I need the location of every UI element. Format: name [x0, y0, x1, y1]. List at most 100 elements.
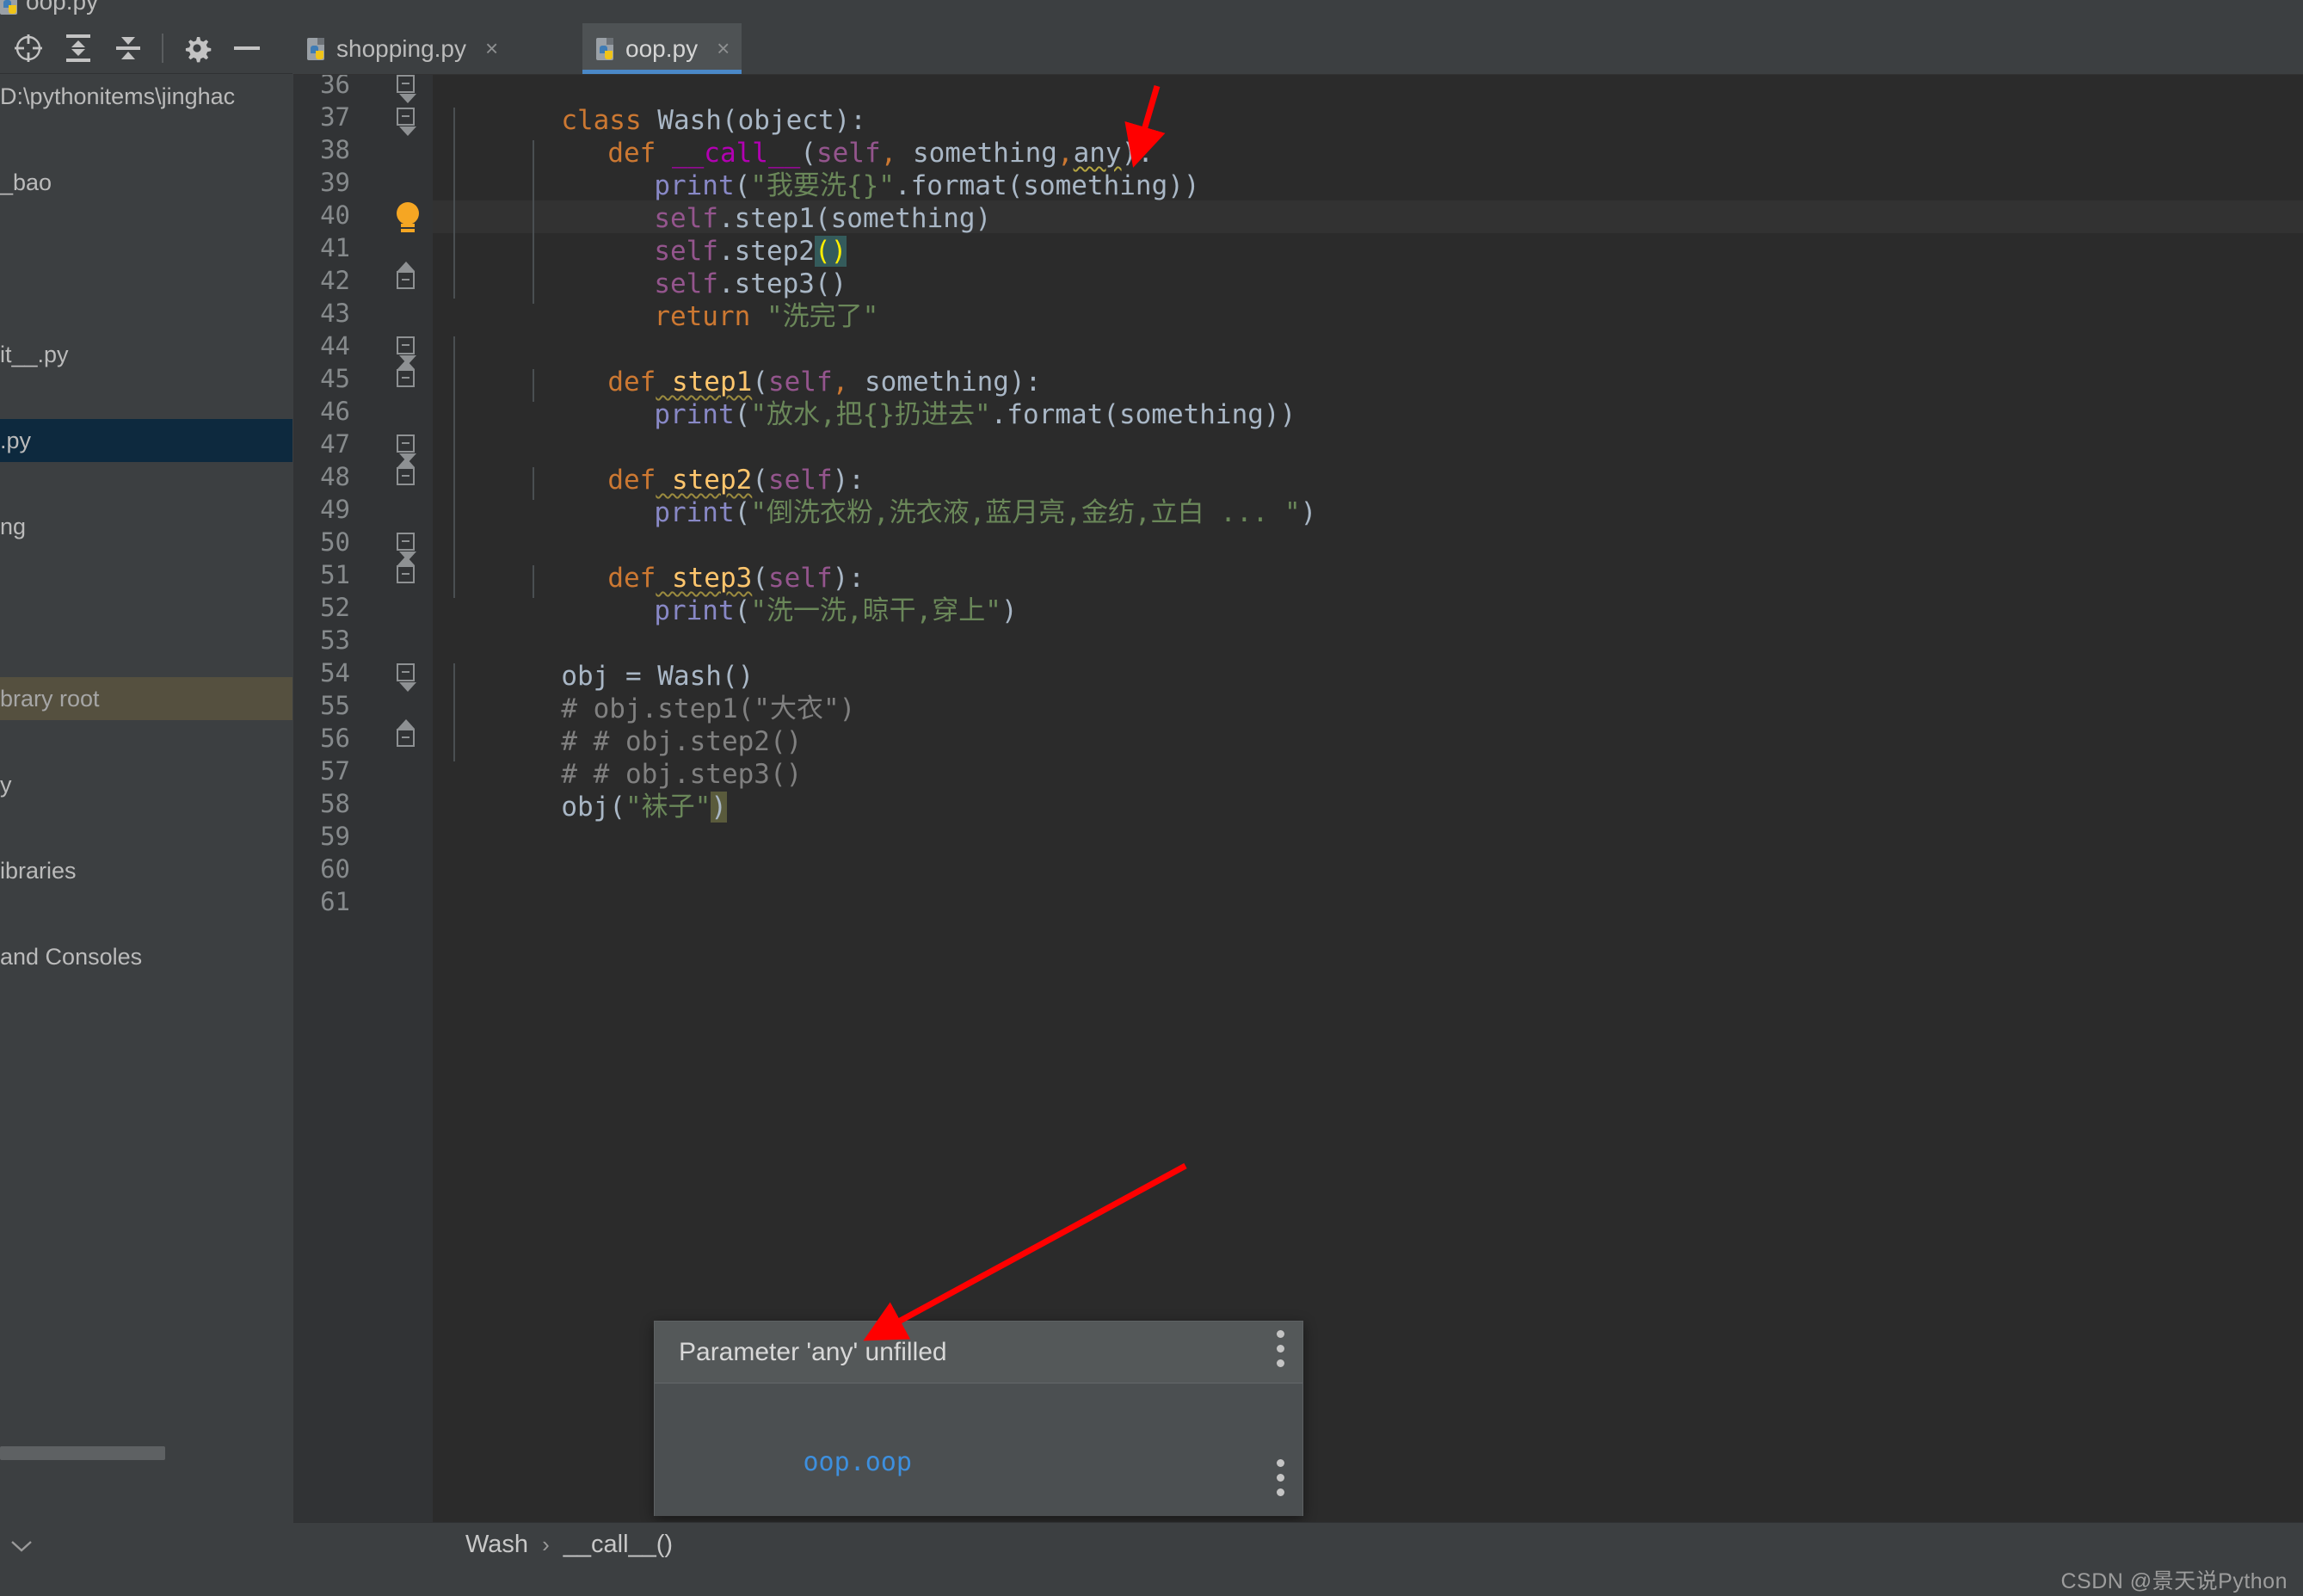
sidebar-item-0[interactable]: D:\pythonitems\jinghac — [0, 75, 292, 118]
kebab-menu-icon[interactable] — [1277, 1330, 1285, 1375]
sidebar-item-label: D:\pythonitems\jinghac — [0, 83, 236, 109]
close-icon[interactable]: × — [485, 35, 498, 62]
string-literal: "洗一洗,晾干,穿上" — [750, 595, 1001, 626]
line-number: 53 — [320, 625, 350, 655]
sidebar-hscrollbar-track[interactable] — [0, 1446, 292, 1491]
fold-marker-step2-end[interactable] — [397, 458, 419, 490]
code-line-55[interactable]: # # obj.step2() — [433, 693, 802, 757]
fold-marker-call-end[interactable] — [397, 262, 419, 293]
line-number: 49 — [320, 495, 350, 524]
fold-marker-step3[interactable] — [397, 533, 419, 561]
project-tree[interactable]: D:\pythonitems\jinghac _bao it__.py .py … — [0, 75, 292, 1470]
toolbar-divider — [162, 34, 163, 63]
line-number: 52 — [320, 593, 350, 622]
sidebar-item-scratches-and-consoles[interactable]: and Consoles — [0, 935, 292, 978]
tooltip-module-line: oop.oop — [679, 1406, 1302, 1519]
inspection-tooltip[interactable]: Parameter 'any' unfilled oop.oop obj: Wa… — [654, 1321, 1303, 1591]
code-line-53[interactable]: obj = Wash() — [433, 627, 754, 692]
chevron-down-icon[interactable] — [10, 1540, 33, 1552]
code-line-48[interactable]: print("倒洗衣粉,洗衣液,蓝月亮,金纺,立白 ... ") — [526, 464, 1316, 528]
line-number: 48 — [320, 462, 350, 491]
clipped-title-text: oop.py — [26, 0, 99, 15]
code-line-51[interactable]: print("洗一洗,晾干,穿上") — [526, 562, 1017, 626]
line-number: 36 — [320, 75, 350, 99]
code-line-45[interactable]: print("放水,把{}扔进去".format(something)) — [526, 366, 1296, 430]
hide-icon[interactable] — [231, 32, 263, 65]
fold-marker-comment-block[interactable] — [397, 663, 419, 692]
line-number: 50 — [320, 527, 350, 557]
call-print: print — [654, 595, 735, 626]
sidebar-item-1[interactable]: _bao — [0, 161, 292, 204]
tooltip-body: oop.oop obj: Wash = Wash() — [655, 1383, 1302, 1591]
line-number: 46 — [320, 397, 350, 426]
kebab-menu-icon[interactable] — [1277, 1459, 1285, 1504]
code-line-36[interactable]: class Wash(object): — [433, 75, 866, 136]
sidebar-item-label: .py — [0, 428, 32, 453]
fold-marker-call[interactable] — [397, 108, 419, 136]
window-top-strip: oop.py — [0, 0, 2303, 23]
code-line-56[interactable]: # # obj.step3() — [433, 725, 802, 790]
sidebar-item-library-root[interactable]: brary root — [0, 677, 292, 720]
string-literal: "放水,把{}扔进去" — [750, 399, 991, 430]
tab-oop-py[interactable]: oop.py × — [582, 23, 742, 74]
paren-close: ) — [1001, 595, 1018, 626]
sidebar-item-5[interactable]: ng — [0, 505, 292, 548]
sidebar-item-3[interactable]: it__.py — [0, 333, 292, 376]
line-number: 37 — [320, 102, 350, 132]
sidebar-hscrollbar-thumb[interactable] — [0, 1446, 165, 1460]
sidebar-item-external-libraries[interactable]: ibraries — [0, 849, 292, 892]
code-line-54[interactable]: # obj.step1("大衣") — [433, 660, 855, 724]
fold-marker-step1[interactable] — [397, 336, 419, 365]
sidebar-item-oop-py[interactable]: .py — [0, 419, 292, 462]
code-line-44[interactable]: def step1(self, something): — [479, 333, 1041, 397]
line-number: 45 — [320, 364, 350, 393]
fold-marker-step3-end[interactable] — [397, 556, 419, 588]
breadcrumb-item-class[interactable]: Wash — [465, 1531, 528, 1559]
sidebar-item-8[interactable]: y — [0, 763, 292, 806]
expand-all-icon[interactable] — [62, 32, 95, 65]
fold-marker-comment-block-end[interactable] — [397, 719, 419, 751]
tab-shopping-py[interactable]: shopping.py × — [293, 23, 510, 74]
select-opened-file-icon[interactable] — [12, 32, 45, 65]
string-literal: "洗完了" — [750, 301, 879, 332]
pycharm-window: oop.py D:\pythonitems\jinghac _bao it__.… — [0, 0, 2303, 1596]
intention-bulb-icon[interactable] — [393, 202, 422, 235]
python-file-icon — [0, 0, 21, 15]
breadcrumb[interactable]: Wash › __call__() — [293, 1522, 2303, 1567]
line-number: 60 — [320, 854, 350, 884]
editor-gutter[interactable]: 36 37 38 39 40 41 42 43 44 45 46 47 48 4… — [293, 75, 433, 1522]
fold-marker-class[interactable] — [397, 75, 419, 103]
settings-gear-icon[interactable] — [181, 32, 213, 65]
code-line-39[interactable]: self.step1(something) — [526, 169, 991, 234]
sidebar-item-6[interactable] — [0, 591, 292, 634]
line-number: 38 — [320, 135, 350, 164]
project-toolbar — [0, 23, 292, 74]
line-number: 40 — [320, 200, 350, 230]
code-line-47[interactable]: def step2(self): — [479, 431, 865, 496]
indent-guide — [453, 336, 455, 598]
code-line-50[interactable]: def step3(self): — [479, 529, 865, 594]
tab-label: shopping.py — [336, 34, 467, 62]
breadcrumb-separator: › — [542, 1531, 550, 1557]
collapse-all-icon[interactable] — [112, 32, 145, 65]
kw-return: return — [654, 301, 751, 332]
format-call: .format(something)) — [990, 399, 1296, 430]
module-link[interactable]: oop.oop — [804, 1447, 912, 1477]
sidebar-item-2[interactable] — [0, 247, 292, 290]
code-line-37[interactable]: def __call__(self, something,any): — [479, 104, 1154, 169]
close-icon[interactable]: × — [717, 35, 730, 62]
line-number: 43 — [320, 299, 350, 328]
line-number: 59 — [320, 822, 350, 851]
code-line-40[interactable]: self.step2() — [526, 202, 847, 267]
code-line-42[interactable]: return "洗完了" — [526, 268, 878, 332]
breadcrumb-item-method[interactable]: __call__() — [563, 1531, 673, 1559]
sidebar-item-label: and Consoles — [0, 944, 143, 970]
fold-marker-step2[interactable] — [397, 434, 419, 463]
code-editor[interactable]: 36 37 38 39 40 41 42 43 44 45 46 47 48 4… — [293, 75, 2303, 1522]
paren-open: ( — [734, 399, 751, 430]
fold-marker-step1-end[interactable] — [397, 360, 419, 391]
code-text-area[interactable]: class Wash(object): def __call__(self, s… — [433, 75, 2303, 1522]
code-line-57[interactable]: obj("袜子") — [433, 758, 727, 823]
code-line-38[interactable]: print("我要洗{}".format(something)) — [526, 137, 1199, 201]
code-line-41[interactable]: self.step3() — [526, 235, 847, 299]
